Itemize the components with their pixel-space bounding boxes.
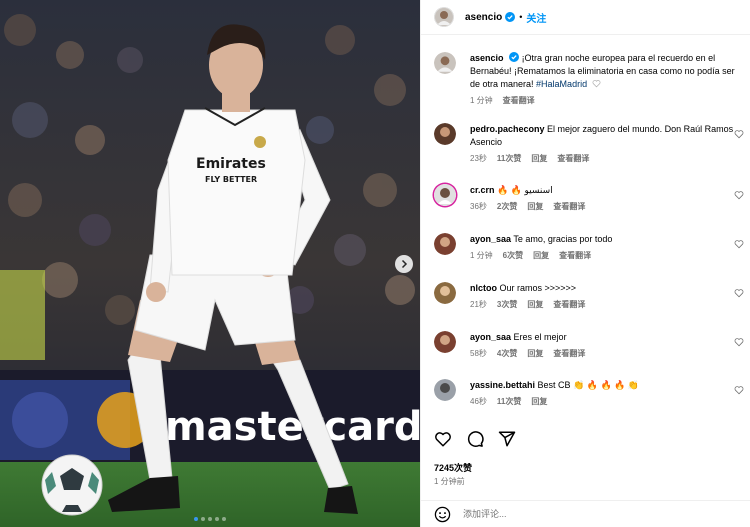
- comment-item: nlctoo Our ramos >>>>>> 21秒 3次赞 回复 查看翻译: [434, 282, 744, 310]
- post-header: asencio • 关注: [421, 0, 750, 35]
- comment-time: 1 分钟: [470, 251, 493, 260]
- reply-button[interactable]: 回复: [533, 250, 549, 261]
- comment-text: Te amo, gracias por todo: [513, 234, 613, 244]
- follow-button[interactable]: 关注: [526, 10, 546, 25]
- carousel-dot: [201, 517, 205, 521]
- comment-item: cr.crn 🔥 🔥 اسنسيو 36秒 2次赞 回复 查看翻译: [434, 184, 744, 212]
- comment-time: 21秒: [470, 300, 487, 309]
- emoji-button[interactable]: [434, 506, 451, 523]
- reply-button[interactable]: 回复: [527, 201, 543, 212]
- heart-icon[interactable]: [734, 129, 744, 139]
- comment-input[interactable]: [463, 509, 713, 519]
- comment-username[interactable]: pedro.pachecony: [470, 124, 545, 134]
- comment-likes[interactable]: 6次赞: [503, 250, 523, 261]
- carousel-dot: [222, 517, 226, 521]
- caption-time: 1 分钟: [470, 96, 493, 105]
- verified-badge-icon: [509, 52, 520, 62]
- comment-time: 23秒: [470, 154, 487, 163]
- caption-avatar[interactable]: [434, 52, 456, 74]
- emoji-icon: [434, 506, 451, 522]
- translate-link[interactable]: 查看翻译: [553, 201, 585, 212]
- comment-text: Eres el mejor: [513, 332, 567, 342]
- caption-hashtag[interactable]: #HalaMadrid: [536, 79, 587, 89]
- heart-icon[interactable]: [734, 385, 744, 395]
- heart-icon[interactable]: [734, 337, 744, 347]
- carousel-dot: [194, 517, 198, 521]
- comment-text: Our ramos >>>>>>: [499, 283, 577, 293]
- reply-button[interactable]: 回复: [527, 348, 543, 359]
- caption-translate-link[interactable]: 查看翻译: [503, 95, 535, 106]
- author-avatar[interactable]: [434, 7, 454, 27]
- carousel-dot: [215, 517, 219, 521]
- verified-badge-icon: [505, 12, 516, 22]
- commenter-avatar[interactable]: [434, 184, 456, 206]
- comment-likes[interactable]: 4次赞: [497, 348, 517, 359]
- post-actions: [434, 430, 516, 448]
- heart-outline-icon: [592, 80, 601, 88]
- commenter-avatar[interactable]: [434, 123, 456, 145]
- post-caption: asencio ¡Otra gran noche europea para el…: [434, 52, 744, 106]
- commenter-avatar[interactable]: [434, 233, 456, 255]
- comment-text: 🔥 🔥 اسنسيو: [497, 185, 553, 195]
- translate-link[interactable]: 查看翻译: [557, 153, 589, 164]
- likes-count[interactable]: 7245次赞: [434, 461, 472, 474]
- author-username[interactable]: asencio: [465, 12, 502, 23]
- separator-dot: •: [519, 12, 523, 22]
- post-side-panel: asencio • 关注 asencio ¡Otra gran noche eu…: [420, 0, 750, 527]
- reply-button[interactable]: 回复: [531, 153, 547, 164]
- comment-username[interactable]: nlctoo: [470, 283, 497, 293]
- translate-link[interactable]: 查看翻译: [553, 348, 585, 359]
- board-sponsor-text: mastercard: [165, 404, 420, 450]
- comment-text: Best CB 👏 🔥 🔥 🔥 👏: [537, 380, 640, 390]
- comment-item: yassine.bettahi Best CB 👏 🔥 🔥 🔥 👏 46秒 11…: [434, 379, 744, 407]
- like-button[interactable]: [434, 430, 452, 448]
- comment-time: 58秒: [470, 349, 487, 358]
- comment-username[interactable]: ayon_saa: [470, 332, 511, 342]
- posted-time: 1 分钟前: [434, 477, 465, 486]
- comment-time: 46秒: [470, 397, 487, 406]
- comment-likes[interactable]: 11次赞: [497, 153, 521, 164]
- commenter-avatar[interactable]: [434, 379, 456, 401]
- comment-likes[interactable]: 2次赞: [497, 201, 517, 212]
- shirt-sponsor: Emirates: [196, 156, 266, 172]
- comment-item: pedro.pachecony El mejor zaguero del mun…: [434, 123, 744, 164]
- commenter-avatar[interactable]: [434, 331, 456, 353]
- add-comment-bar: [421, 500, 750, 527]
- heart-icon[interactable]: [734, 239, 744, 249]
- carousel-dot: [208, 517, 212, 521]
- reply-button[interactable]: 回复: [527, 299, 543, 310]
- caption-username[interactable]: asencio: [470, 53, 504, 63]
- football-player-photo: mastercard Emirates FLY BETTER: [0, 0, 420, 527]
- comment-item: ayon_saa Te amo, gracias por todo 1 分钟 6…: [434, 233, 744, 261]
- share-icon: [498, 431, 516, 447]
- comment-item: ayon_saa Eres el mejor 58秒 4次赞 回复 查看翻译: [434, 331, 744, 359]
- comment-icon: [467, 431, 484, 447]
- instagram-post-view: mastercard Emirates FLY BETTER asencio •…: [0, 0, 750, 527]
- comment-likes[interactable]: 3次赞: [497, 299, 517, 310]
- comments-list: asencio ¡Otra gran noche europea para el…: [421, 40, 750, 420]
- comment-username[interactable]: cr.crn: [470, 185, 495, 195]
- post-photo[interactable]: mastercard Emirates FLY BETTER: [0, 0, 420, 527]
- heart-icon[interactable]: [734, 288, 744, 298]
- football: [41, 454, 103, 516]
- commenter-avatar[interactable]: [434, 282, 456, 304]
- chevron-right-icon: [401, 259, 408, 269]
- translate-link[interactable]: 查看翻译: [553, 299, 585, 310]
- comment-username[interactable]: ayon_saa: [470, 234, 511, 244]
- carousel-next-button[interactable]: [395, 255, 413, 273]
- heart-icon[interactable]: [734, 190, 744, 200]
- comment-time: 36秒: [470, 202, 487, 211]
- reply-button[interactable]: 回复: [531, 396, 547, 407]
- carousel-indicator: [0, 517, 420, 521]
- translate-link[interactable]: 查看翻译: [559, 250, 591, 261]
- comment-button[interactable]: [466, 430, 484, 448]
- share-button[interactable]: [498, 430, 516, 448]
- heart-icon: [435, 432, 451, 447]
- shirt-sponsor-sub: FLY BETTER: [205, 175, 257, 184]
- comment-username[interactable]: yassine.bettahi: [470, 380, 535, 390]
- comment-likes[interactable]: 11次赞: [497, 396, 521, 407]
